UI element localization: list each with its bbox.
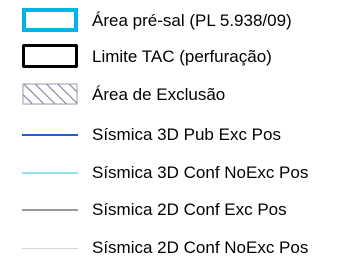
legend-symbol [0,122,92,148]
gray-line-swatch [22,209,78,211]
legend-label: Sísmica 3D Pub Exc Pos [92,125,281,144]
legend-label: Sísmica 2D Conf NoExc Pos [92,238,309,257]
legend-item-sismica-2d-conf-noexc: Sísmica 2D Conf NoExc Pos [0,235,360,261]
legend-symbol [0,235,92,261]
legend-symbol [0,8,92,34]
legend-symbol [0,160,92,186]
light-gray-line-swatch [22,248,78,249]
legend-item-area-exclusao: Área de Exclusão [0,82,360,108]
legend-label: Sísmica 2D Conf Exc Pos [92,200,287,219]
legend-label: Limite TAC (perfuração) [92,47,272,66]
legend-label: Sísmica 3D Conf NoExc Pos [92,163,309,182]
blue-line-swatch [22,134,78,136]
legend-label: Área de Exclusão [92,85,226,104]
legend-label: Área pré-sal (PL 5.938/09) [92,11,292,30]
legend-symbol [0,82,92,108]
map-legend: Área pré-sal (PL 5.938/09) Limite TAC (p… [0,0,360,262]
legend-item-sismica-3d-pub-exc: Sísmica 3D Pub Exc Pos [0,122,360,148]
legend-item-sismica-2d-conf-exc: Sísmica 2D Conf Exc Pos [0,197,360,223]
legend-item-area-pre-sal: Área pré-sal (PL 5.938/09) [0,8,360,34]
hatched-area-swatch [22,83,78,105]
pre-sal-area-swatch [22,8,78,32]
legend-item-limite-tac: Limite TAC (perfuração) [0,44,360,70]
legend-symbol [0,197,92,223]
legend-item-sismica-3d-conf-noexc: Sísmica 3D Conf NoExc Pos [0,160,360,186]
tac-limit-swatch [22,44,78,68]
legend-symbol [0,44,92,70]
light-blue-line-swatch [22,172,78,174]
